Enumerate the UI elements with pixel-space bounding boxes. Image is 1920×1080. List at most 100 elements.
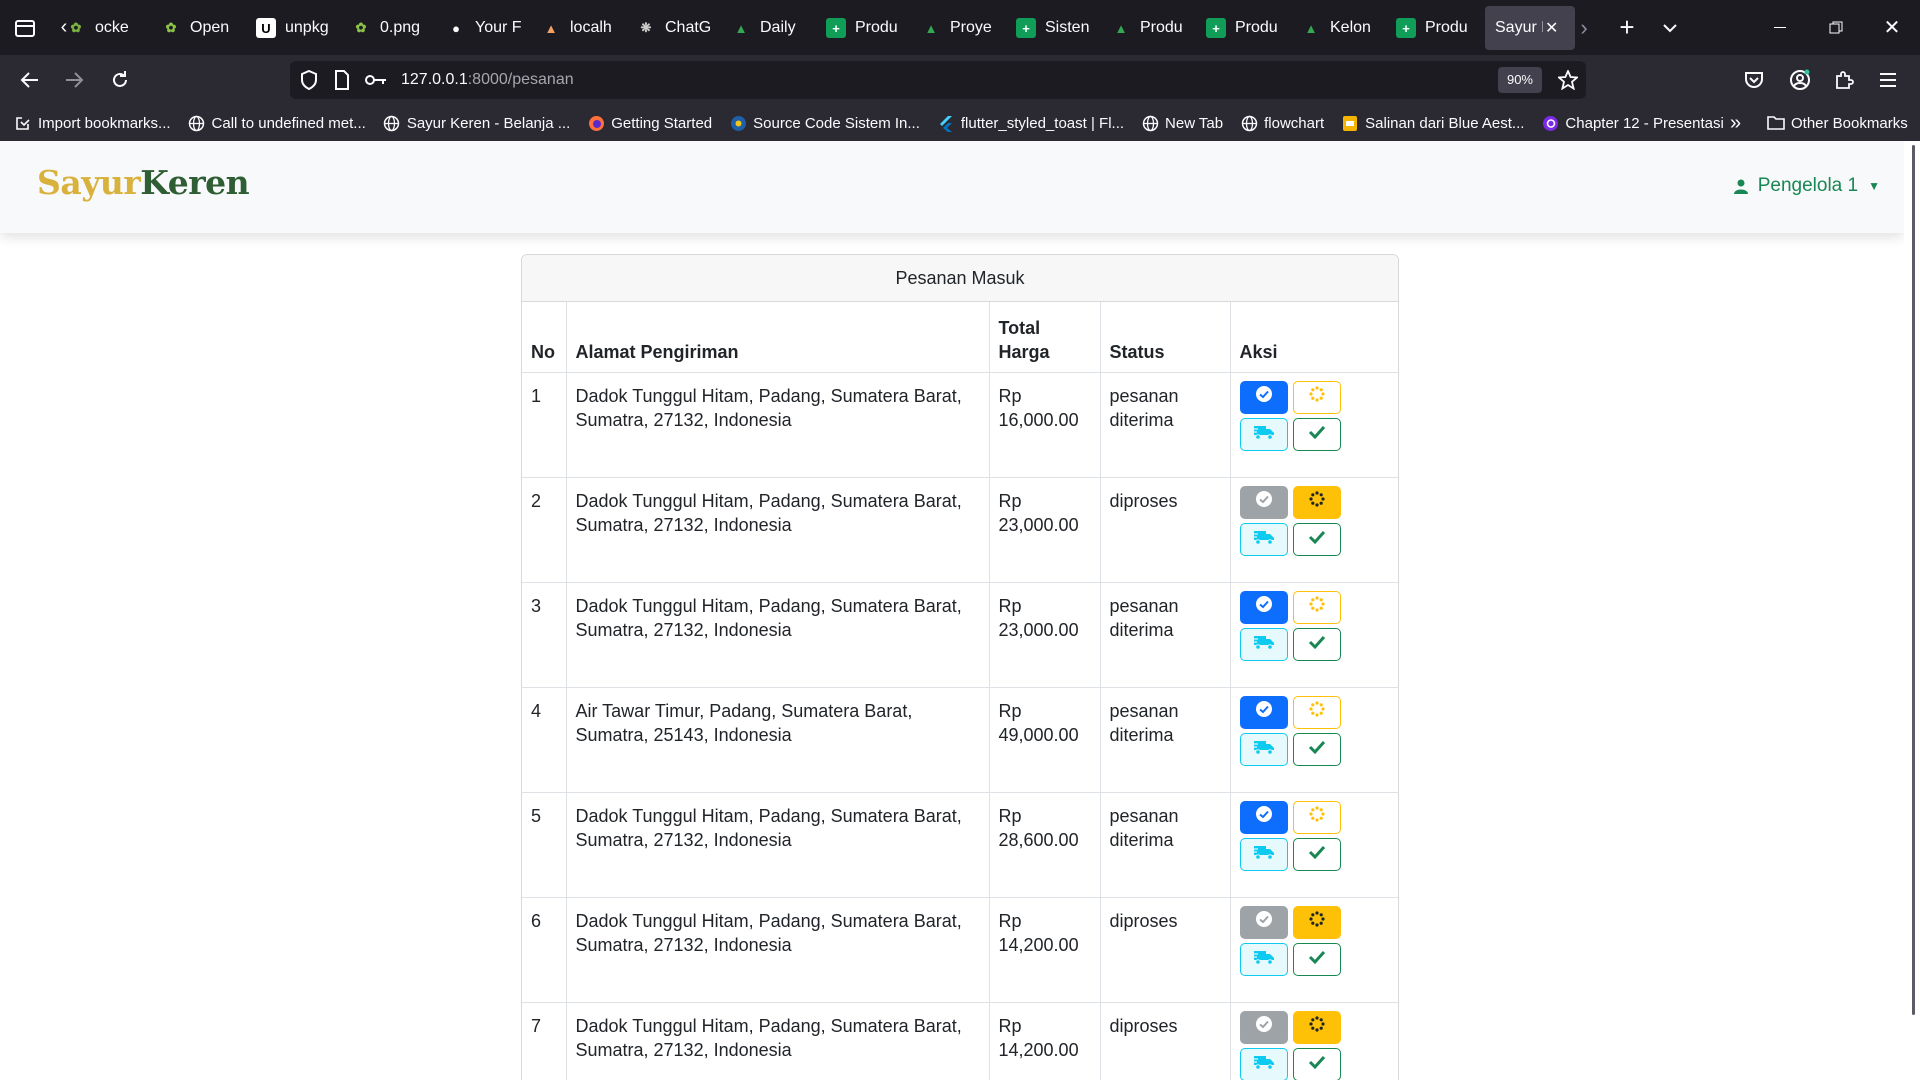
key-icon[interactable]: [365, 73, 387, 87]
process-order-button[interactable]: [1292, 380, 1341, 414]
accept-order-button[interactable]: [1239, 380, 1288, 414]
accept-order-button[interactable]: [1239, 695, 1288, 729]
complete-order-button[interactable]: [1292, 522, 1341, 556]
back-button[interactable]: [8, 55, 52, 105]
order-total: Rp 28,600.00: [988, 792, 1100, 898]
bookmark-item[interactable]: Sayur Keren - Belanja ...: [383, 114, 570, 132]
process-order-button[interactable]: [1292, 695, 1341, 729]
accept-order-button[interactable]: [1239, 485, 1288, 519]
accept-order-button[interactable]: [1239, 800, 1288, 834]
page-scrollbar[interactable]: [1904, 141, 1920, 1080]
reload-button[interactable]: [98, 55, 142, 105]
ship-order-button[interactable]: [1239, 1047, 1288, 1080]
new-tab-button[interactable]: +: [1611, 12, 1643, 43]
bookmark-item[interactable]: Chapter 12 - Presentasi: [1541, 114, 1724, 132]
site-logo[interactable]: SayurKeren: [37, 163, 250, 202]
browser-tab[interactable]: + Produ: [820, 6, 915, 50]
complete-order-button[interactable]: [1292, 1047, 1341, 1080]
tab-overview-button[interactable]: [0, 0, 50, 55]
user-name: Pengelola 1: [1757, 175, 1859, 196]
complete-order-button[interactable]: [1292, 732, 1341, 766]
scroll-tabs-right-button[interactable]: ›: [1570, 15, 1598, 41]
bookmark-item[interactable]: Getting Started: [587, 114, 712, 132]
order-amount: 23,000.00: [998, 619, 1079, 640]
star-icon[interactable]: [1558, 70, 1578, 90]
process-order-button[interactable]: [1292, 590, 1341, 624]
process-order-button[interactable]: [1292, 1010, 1341, 1044]
accept-order-button[interactable]: [1239, 1010, 1288, 1044]
bookmark-item[interactable]: Source Code Sistem In...: [729, 114, 920, 132]
bookmark-item[interactable]: Import bookmarks...: [14, 114, 171, 132]
browser-tab[interactable]: + Sisten: [1010, 6, 1105, 50]
truck-icon: [1252, 947, 1275, 971]
col-header-total-line2: Harga: [998, 341, 1050, 362]
browser-tab[interactable]: ❋ ChatG: [630, 6, 725, 50]
page-icon[interactable]: [334, 70, 350, 90]
extensions-button[interactable]: [1822, 55, 1866, 105]
order-status: pesanan diterima: [1099, 372, 1230, 478]
tab-label: Daily: [760, 19, 796, 36]
order-status-line1: pesanan: [1109, 700, 1179, 721]
complete-order-button[interactable]: [1292, 942, 1341, 976]
ship-order-button[interactable]: [1239, 522, 1288, 556]
close-tab-icon[interactable]: ✕: [1545, 18, 1558, 38]
accept-order-button[interactable]: [1239, 905, 1288, 939]
process-order-button[interactable]: [1292, 485, 1341, 519]
accept-order-button[interactable]: [1239, 590, 1288, 624]
order-currency: Rp: [998, 1015, 1022, 1036]
bookmark-item[interactable]: Salinan dari Blue Aest...: [1341, 114, 1524, 132]
order-status-line1: pesanan: [1109, 805, 1179, 826]
more-bookmarks-button[interactable]: »: [1730, 105, 1741, 141]
bookmark-item[interactable]: New Tab: [1141, 114, 1223, 132]
browser-tab[interactable]: Uunpkg: [250, 6, 345, 50]
ship-order-button[interactable]: [1239, 837, 1288, 871]
app-menu-button[interactable]: [1866, 55, 1910, 105]
process-order-button[interactable]: [1292, 905, 1341, 939]
user-dropdown[interactable]: Pengelola 1 ▼: [1733, 175, 1880, 197]
col-header-address: Alamat Pengiriman: [565, 302, 989, 373]
browser-tab[interactable]: + Produ: [1390, 6, 1485, 50]
site-navbar: SayurKeren Pengelola 1 ▼: [0, 141, 1904, 233]
bookmark-item[interactable]: flowchart: [1240, 114, 1324, 132]
browser-tab[interactable]: ▲ Kelon: [1295, 6, 1390, 50]
restore-button[interactable]: [1808, 0, 1864, 55]
browser-tab[interactable]: + Produ: [1200, 6, 1295, 50]
ship-order-button[interactable]: [1239, 942, 1288, 976]
browser-tab[interactable]: ● Your F: [440, 6, 535, 50]
unpkg-icon: U: [256, 18, 276, 38]
other-bookmarks-folder[interactable]: Other Bookmarks: [1767, 105, 1908, 141]
forward-button[interactable]: [52, 55, 96, 105]
address-bar[interactable]: 127.0.0.1:8000/pesanan 90%: [290, 61, 1586, 99]
ship-order-button[interactable]: [1239, 627, 1288, 661]
arrow-left-icon: [20, 72, 38, 88]
bookmark-item[interactable]: flutter_styled_toast | Fl...: [937, 114, 1124, 132]
pocket-button[interactable]: [1732, 55, 1776, 105]
zoom-level-button[interactable]: 90%: [1497, 67, 1542, 93]
shield-icon[interactable]: [300, 70, 318, 90]
order-status-line2: diterima: [1109, 619, 1174, 640]
ship-order-button[interactable]: [1239, 732, 1288, 766]
process-order-button[interactable]: [1292, 800, 1341, 834]
close-window-button[interactable]: ✕: [1864, 0, 1920, 55]
page-viewport: SayurKeren Pengelola 1 ▼ Pesanan Masuk N…: [0, 141, 1904, 1080]
minimize-button[interactable]: [1752, 0, 1808, 55]
truck-icon: [1252, 1052, 1275, 1076]
complete-order-button[interactable]: [1292, 417, 1341, 451]
list-tabs-chevron-icon[interactable]: [1660, 18, 1680, 38]
scrollbar-thumb[interactable]: [1912, 145, 1915, 1015]
bookmark-label: Chapter 12 - Presentasi: [1565, 114, 1724, 132]
complete-order-button[interactable]: [1292, 837, 1341, 871]
browser-tab[interactable]: ▲ Produ: [1105, 6, 1200, 50]
account-button[interactable]: [1778, 55, 1822, 105]
browser-tab[interactable]: ▲ localh: [535, 6, 630, 50]
browser-tab[interactable]: ▲ Proye: [915, 6, 1010, 50]
ship-order-button[interactable]: [1239, 417, 1288, 451]
browser-tab[interactable]: ✿ Open: [155, 6, 250, 50]
browser-tab[interactable]: ▲ Daily: [725, 6, 820, 50]
browser-tab-active[interactable]: Sayur K✕: [1485, 6, 1575, 50]
bookmark-item[interactable]: Call to undefined met...: [188, 114, 366, 132]
complete-order-button[interactable]: [1292, 627, 1341, 661]
bookmark-label: flutter_styled_toast | Fl...: [960, 114, 1125, 132]
browser-tab[interactable]: ✿ ocke: [60, 6, 155, 50]
browser-tab[interactable]: ✿ 0.png: [345, 6, 440, 50]
